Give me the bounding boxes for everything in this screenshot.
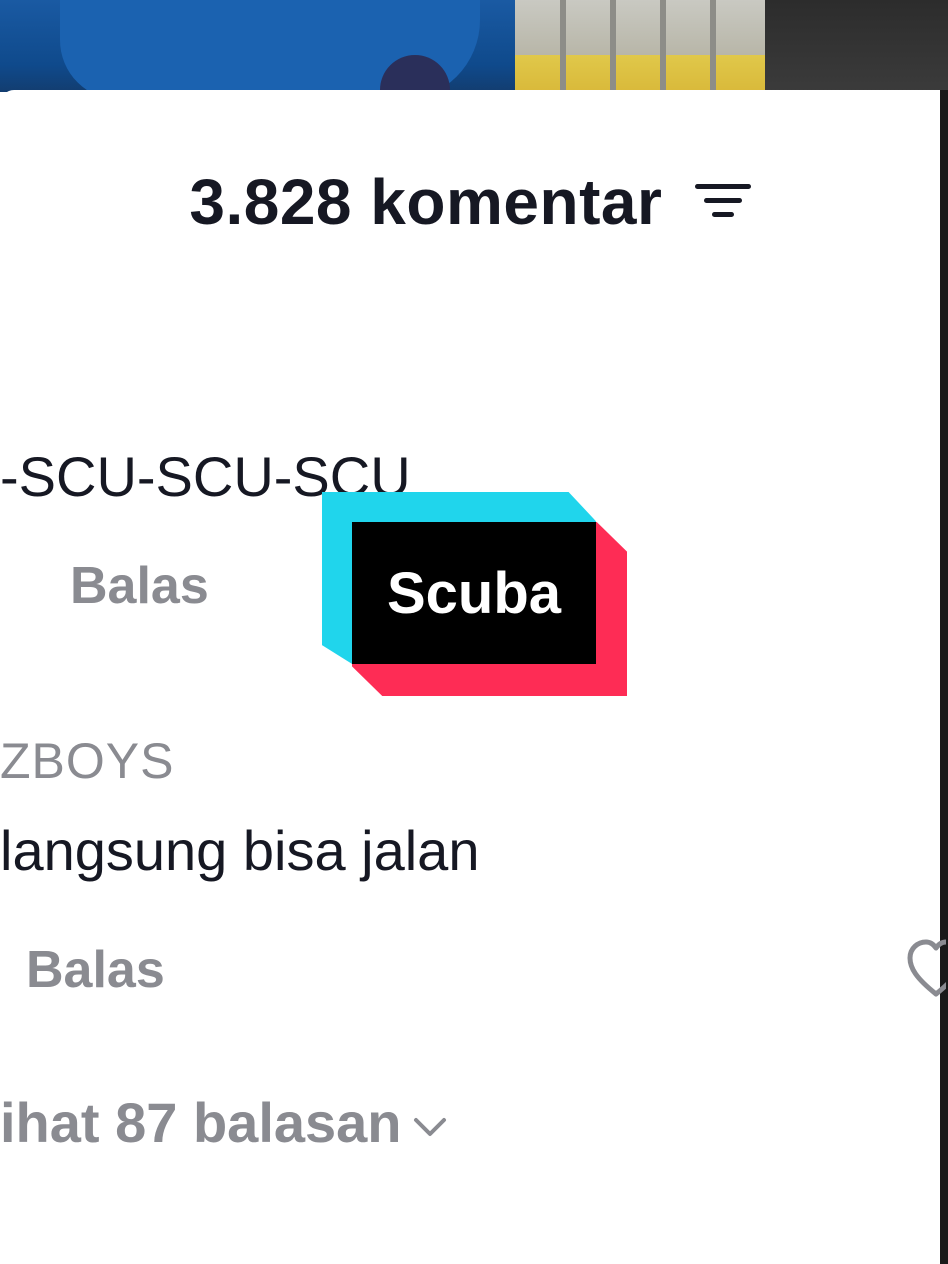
video-railing	[560, 0, 566, 92]
filter-icon[interactable]	[694, 178, 751, 222]
reply-button[interactable]: Balas	[26, 940, 165, 1000]
video-background	[0, 0, 948, 92]
comments-header: 3.828 komentar	[0, 160, 940, 239]
video-railing	[660, 0, 666, 92]
video-street	[515, 0, 765, 92]
chevron-down-icon	[413, 1118, 446, 1137]
screen-edge	[940, 90, 948, 1264]
caption-sticker: Scuba	[322, 492, 627, 696]
comment-count-title: 3.828 komentar	[189, 166, 663, 239]
comment-username[interactable]: ZBOYS	[0, 732, 174, 790]
comment-text: langsung bisa jalan	[0, 819, 480, 882]
view-replies-button[interactable]: ihat 87 balasan	[0, 1090, 450, 1155]
reply-button[interactable]: Balas	[70, 556, 209, 616]
heart-icon[interactable]	[906, 938, 946, 1004]
video-dark-area	[765, 0, 948, 92]
video-railing	[710, 0, 716, 92]
sticker-label: Scuba	[386, 560, 562, 626]
video-railing	[610, 0, 616, 92]
view-replies-label: ihat 87 balasan	[0, 1091, 402, 1154]
